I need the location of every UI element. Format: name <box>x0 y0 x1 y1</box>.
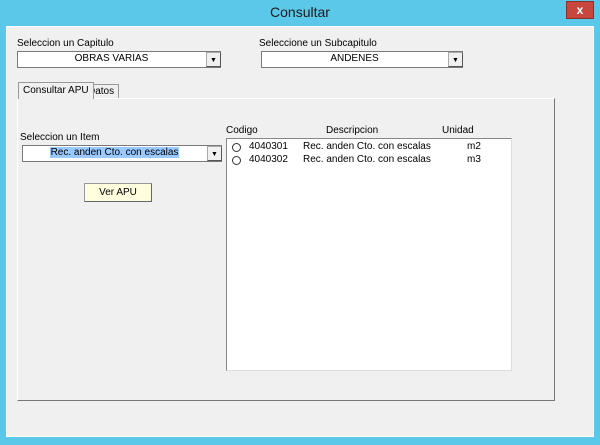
item-value: Rec. anden Cto. con escalas <box>49 147 180 158</box>
window-title: Consultar <box>270 4 330 20</box>
capitulo-label: Seleccion un Capitulo <box>17 38 114 49</box>
radio-button[interactable] <box>232 156 241 165</box>
close-button[interactable]: x <box>566 1 594 19</box>
list-item[interactable]: 4040301 Rec. anden Cto. con escalas m2 <box>227 141 511 154</box>
capitulo-combo[interactable]: OBRAS VARIAS ▼ <box>17 51 221 68</box>
header-codigo: Codigo <box>226 125 258 136</box>
chevron-down-icon[interactable]: ▼ <box>448 52 463 67</box>
ver-apu-button[interactable]: Ver APU <box>84 183 152 202</box>
tab-consultar-apu[interactable]: Consultar APU <box>18 82 94 99</box>
header-unidad: Unidad <box>442 125 474 136</box>
capitulo-value: OBRAS VARIAS <box>74 53 149 64</box>
subcapitulo-value: ANDENES <box>330 53 379 64</box>
header-descripcion: Descripcion <box>326 125 379 136</box>
apu-list[interactable]: 4040301 Rec. anden Cto. con escalas m2 4… <box>226 138 512 371</box>
radio-button[interactable] <box>232 143 241 152</box>
tab-page-consultar-apu: Seleccion un Item Rec. anden Cto. con es… <box>17 98 555 401</box>
subcapitulo-combo[interactable]: ANDENES ▼ <box>261 51 463 68</box>
item-label: Seleccion un Item <box>20 132 100 143</box>
list-item[interactable]: 4040302 Rec. anden Cto. con escalas m3 <box>227 154 511 167</box>
item-combo[interactable]: Rec. anden Cto. con escalas ▼ <box>22 145 222 162</box>
chevron-down-icon[interactable]: ▼ <box>206 52 221 67</box>
chevron-down-icon[interactable]: ▼ <box>207 146 222 161</box>
subcapitulo-label: Seleccione un Subcapitulo <box>259 38 377 49</box>
dialog-body: Seleccion un Capitulo OBRAS VARIAS ▼ Sel… <box>6 26 594 437</box>
